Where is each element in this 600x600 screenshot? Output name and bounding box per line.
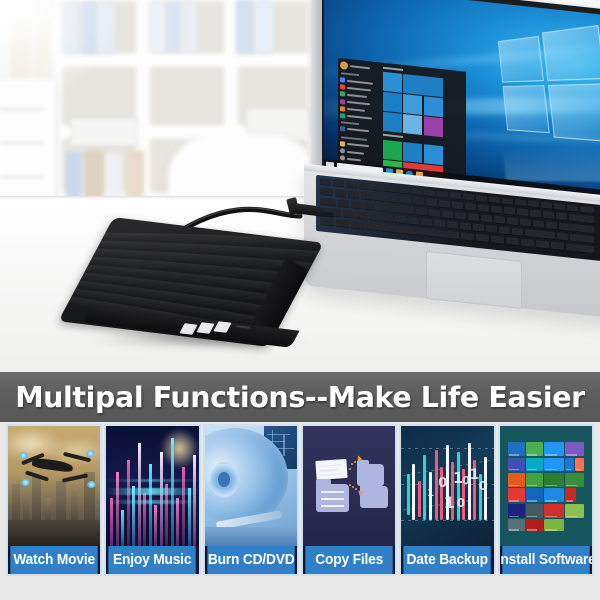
headline-text: Multipal Functions--Make Life Easier <box>15 380 585 414</box>
start-tile-cortana[interactable] <box>424 96 443 118</box>
install-software-thumbnail <box>499 426 592 546</box>
start-tile-weather[interactable] <box>383 111 402 133</box>
start-menu-app-item[interactable] <box>340 126 378 135</box>
tile-group-label-2 <box>383 133 403 138</box>
metro-tile-7 <box>544 458 564 471</box>
start-tile-edge[interactable] <box>383 91 402 113</box>
wallpaper-reflection <box>502 141 600 182</box>
watch-movie-thumbnail <box>8 426 101 546</box>
drive-chassis-edge <box>204 526 297 546</box>
storage-box-left <box>70 118 138 146</box>
laptop-trackpad[interactable] <box>426 250 522 310</box>
feature-tile-install-software[interactable]: Install Software <box>497 424 594 576</box>
feature-label-enjoy-music: Enjoy Music <box>108 546 197 574</box>
metro-tile-21 <box>565 503 584 518</box>
metro-tile-1 <box>507 441 525 457</box>
target-folder-2 <box>360 486 388 508</box>
bottom-margin <box>0 576 600 600</box>
laptop <box>304 0 600 372</box>
window-light-glow <box>0 0 120 110</box>
copy-files-thumbnail <box>302 426 396 546</box>
feature-label-install-software: Install Software <box>500 546 592 574</box>
metro-tile-11 <box>526 472 543 487</box>
headline-banner: Multipal Functions--Make Life Easier <box>0 372 600 422</box>
start-menu-user[interactable] <box>340 61 378 73</box>
burn-cd-dvd-thumbnail <box>204 426 297 546</box>
metro-tile-5 <box>507 458 525 471</box>
metro-tile-10 <box>507 472 525 487</box>
most-used-header <box>341 121 359 126</box>
metro-tile-6 <box>526 458 543 471</box>
start-tile-store[interactable] <box>403 141 422 164</box>
metro-tile-15 <box>526 488 543 503</box>
tile-group-label <box>383 66 403 71</box>
start-tile-onenote[interactable] <box>424 116 443 138</box>
storage-box-right <box>246 108 310 136</box>
metro-tile-20 <box>544 503 564 518</box>
recently-added-header <box>341 72 359 77</box>
feature-label-burn-cd-dvd: Burn CD/DVD <box>206 546 295 574</box>
metro-tile-13 <box>565 472 584 487</box>
start-tile-xbox[interactable] <box>383 139 402 161</box>
metro-tile-8 <box>565 458 574 471</box>
windows-logo-wallpaper <box>497 25 600 145</box>
metro-tile-3 <box>544 441 564 457</box>
feature-tile-burn-cd-dvd[interactable]: Burn CD/DVD <box>202 424 299 576</box>
start-tile-movies[interactable] <box>424 144 443 166</box>
feature-tiles: Watch Movie Enjoy Music Burn CD/DVD Copy… <box>0 424 600 576</box>
feature-tile-date-backup[interactable]: 0 1 0 1 0 1 0 1 Date Backup <box>399 424 496 576</box>
date-backup-thumbnail: 0 1 0 1 0 1 0 1 <box>401 426 494 546</box>
metro-tile-9 <box>574 458 584 471</box>
feature-label-watch-movie: Watch Movie <box>10 546 99 574</box>
start-menu-sidebar[interactable] <box>338 58 380 179</box>
spindle-core <box>217 471 230 488</box>
metro-tile-4 <box>565 441 584 457</box>
tile-grid <box>383 71 463 179</box>
metro-tile-19 <box>526 503 543 518</box>
enjoy-music-thumbnail <box>106 426 199 546</box>
metro-tile-2 <box>526 441 543 457</box>
product-photo-scene <box>0 0 600 372</box>
metro-tile-12 <box>544 472 564 487</box>
product-marketing-image: Multipal Functions--Make Life Easier Wat… <box>0 0 600 600</box>
metro-tile-23 <box>526 519 543 532</box>
start-tile-people[interactable] <box>403 113 422 136</box>
metro-tile-17 <box>565 488 577 503</box>
system-group-header <box>341 136 367 141</box>
metro-tile-16 <box>544 488 564 503</box>
feature-tile-watch-movie[interactable]: Watch Movie <box>6 424 103 576</box>
start-tile-photos[interactable] <box>403 93 422 116</box>
ground-plane <box>8 519 101 546</box>
feature-label-copy-files: Copy Files <box>305 546 394 574</box>
document-stack <box>315 458 348 480</box>
start-tile-calendar[interactable] <box>383 71 402 93</box>
feature-tile-copy-files[interactable]: Copy Files <box>300 424 398 576</box>
feature-label-date-backup: Date Backup <box>403 546 492 574</box>
metro-tile-24 <box>544 519 564 532</box>
metro-tile-14 <box>507 488 525 503</box>
external-dvd-drive <box>58 217 324 358</box>
metro-tile-22 <box>507 519 525 532</box>
metro-tile-grid <box>507 441 584 532</box>
metro-tile-18 <box>507 503 525 518</box>
feature-tile-enjoy-music[interactable]: Enjoy Music <box>104 424 201 576</box>
avatar <box>340 61 348 70</box>
